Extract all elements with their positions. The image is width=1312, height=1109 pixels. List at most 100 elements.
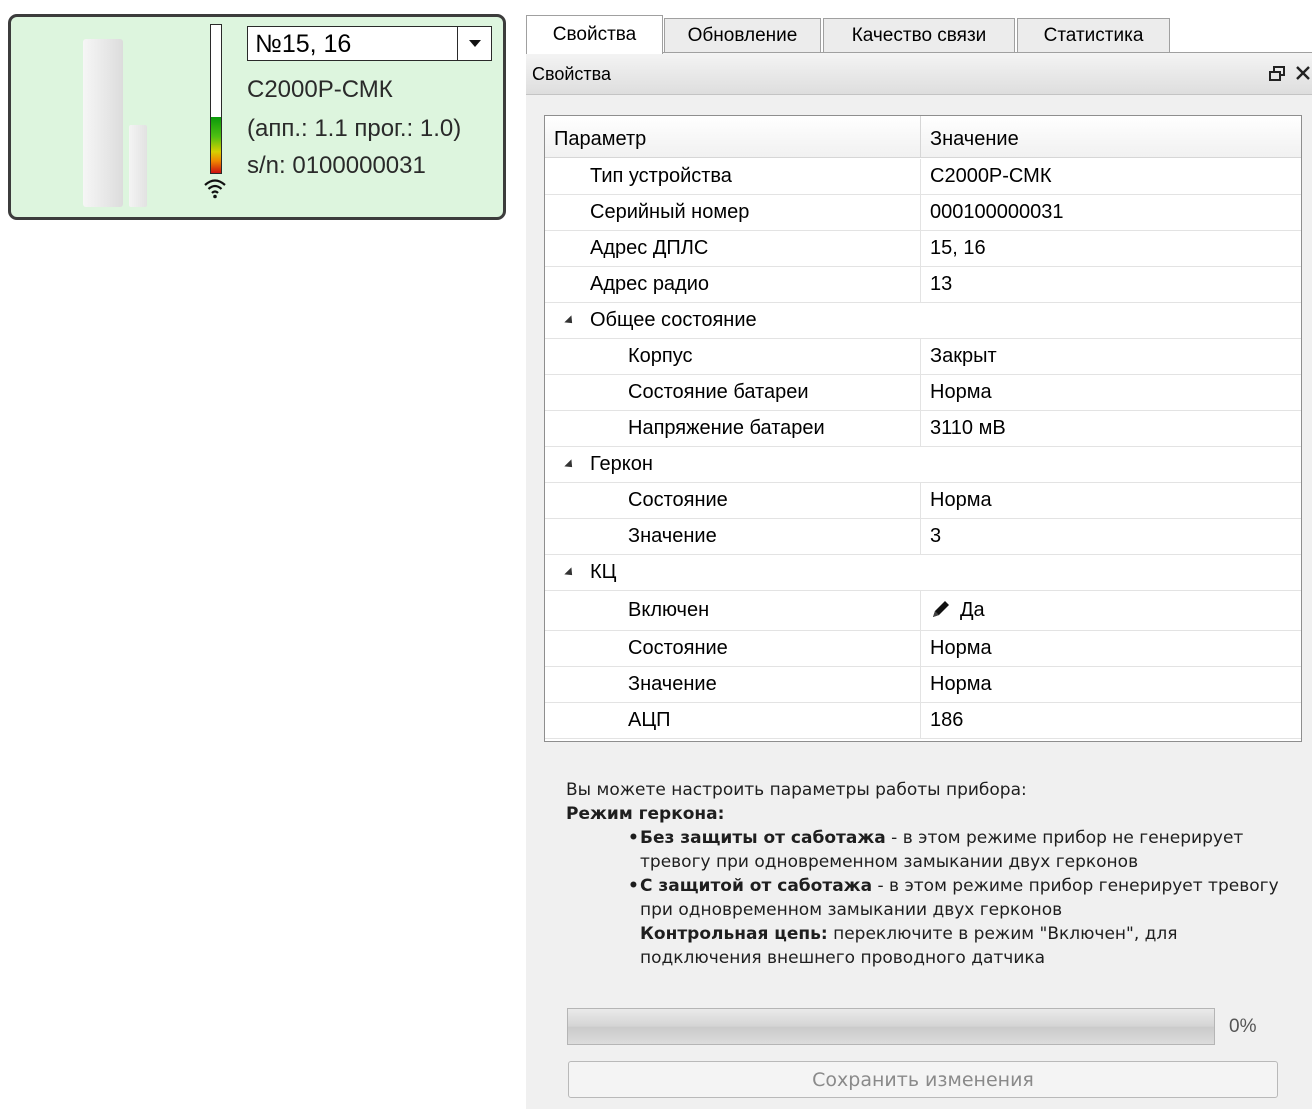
device-body	[83, 39, 123, 207]
device-model: С2000Р-СМК	[247, 76, 393, 103]
properties-panel: Свойства Параметр Значение Тип устройств…	[526, 53, 1312, 1109]
cell-divider	[920, 411, 921, 447]
cell-divider	[920, 631, 921, 667]
grid-group-reed[interactable]: Геркон	[545, 447, 1301, 483]
row-value: 3	[930, 525, 942, 547]
save-changes-button[interactable]: Сохранить изменения	[568, 1061, 1278, 1098]
row-key: Состояние	[628, 637, 728, 659]
properties-grid: Параметр Значение Тип устройства С2000Р-…	[544, 115, 1302, 742]
help-text: Вы можете настроить параметры работы при…	[566, 778, 1286, 970]
row-key: Состояние	[628, 489, 728, 511]
help-list: Без защиты от саботажа - в этом режиме п…	[566, 826, 1286, 922]
help-item-title: Без защиты от саботажа	[640, 828, 886, 848]
panel-title: Свойства	[532, 64, 612, 84]
row-value[interactable]: Да	[960, 599, 985, 622]
grid-row-dpls-address[interactable]: Адрес ДПЛС 15, 16	[545, 231, 1301, 267]
grid-row-radio-address[interactable]: Адрес радио 13	[545, 267, 1301, 303]
device-magnet	[129, 125, 147, 207]
row-value: Закрыт	[930, 345, 997, 367]
signal-level-bar	[210, 24, 222, 174]
cell-divider	[920, 339, 921, 375]
row-key: Значение	[628, 525, 717, 547]
row-value: Норма	[930, 489, 992, 511]
row-key: Адрес радио	[590, 273, 710, 295]
row-value: 000100000031	[930, 201, 1064, 223]
row-value: 3110 мВ	[930, 417, 1006, 439]
row-value: Норма	[930, 381, 992, 403]
row-key: Значение	[628, 673, 717, 695]
cell-divider	[920, 159, 921, 195]
device-image	[71, 35, 161, 215]
panel-header: Свойства	[526, 53, 1312, 95]
cell-divider	[920, 483, 921, 519]
tab-properties[interactable]: Свойства	[526, 15, 663, 54]
grid-row-case[interactable]: Корпус Закрыт	[545, 339, 1301, 375]
grid-row-kc-state[interactable]: Состояние Норма	[545, 631, 1301, 667]
column-divider	[920, 116, 921, 158]
cell-divider	[920, 231, 921, 267]
close-icon[interactable]	[1294, 64, 1312, 82]
row-value: 13	[930, 273, 953, 295]
restore-icon[interactable]	[1268, 65, 1286, 83]
cell-divider	[920, 195, 921, 231]
help-item-title: С защитой от саботажа	[640, 876, 873, 896]
grid-row-battery-voltage[interactable]: Напряжение батареи 3110 мВ	[545, 411, 1301, 447]
row-key: Напряжение батареи	[628, 417, 825, 439]
tab-link-quality[interactable]: Качество связи	[823, 18, 1015, 53]
help-item: С защитой от саботажа - в этом режиме пр…	[628, 874, 1286, 922]
grid-row-kc-enabled[interactable]: Включен Да	[545, 591, 1301, 631]
grid-row-reed-value[interactable]: Значение 3	[545, 519, 1301, 555]
cell-divider	[920, 267, 921, 303]
grid-row-device-type[interactable]: Тип устройства С2000Р-СМК	[545, 159, 1301, 195]
pencil-icon[interactable]	[930, 598, 952, 620]
grid-row-battery-state[interactable]: Состояние батареи Норма	[545, 375, 1301, 411]
group-label: Общее состояние	[590, 309, 757, 331]
row-key: АЦП	[628, 709, 671, 731]
grid-group-control-circuit[interactable]: КЦ	[545, 555, 1301, 591]
row-key: Адрес ДПЛС	[590, 237, 709, 259]
grid-row-reed-state[interactable]: Состояние Норма	[545, 483, 1301, 519]
column-header-parameter[interactable]: Параметр	[554, 128, 646, 151]
cell-divider	[920, 703, 921, 739]
row-key: Серийный номер	[590, 201, 750, 223]
signal-level-fill	[211, 116, 221, 173]
row-key: Включен	[628, 599, 710, 621]
progress-bar	[567, 1008, 1215, 1045]
chevron-down-icon[interactable]	[457, 27, 491, 60]
grid-header: Параметр Значение	[545, 116, 1301, 158]
device-card[interactable]: №15, 16 С2000Р-СМК (апп.: 1.1 прог.: 1.0…	[8, 14, 506, 220]
help-item: Без защиты от саботажа - в этом режиме п…	[628, 826, 1286, 874]
grid-row-kc-value[interactable]: Значение Норма	[545, 667, 1301, 703]
cell-divider	[920, 519, 921, 555]
row-key: Корпус	[628, 345, 693, 367]
cell-divider	[920, 667, 921, 703]
row-key: Тип устройства	[590, 165, 732, 187]
tab-update[interactable]: Обновление	[664, 18, 821, 53]
wifi-icon	[204, 179, 226, 199]
cell-divider	[920, 591, 921, 631]
address-select[interactable]: №15, 16	[247, 26, 492, 61]
device-versions: (апп.: 1.1 прог.: 1.0)	[247, 115, 462, 142]
column-header-value[interactable]: Значение	[930, 128, 1019, 151]
grid-row-adc[interactable]: АЦП 186	[545, 703, 1301, 739]
row-value: Норма	[930, 673, 992, 695]
help-item-title: Контрольная цепь:	[640, 924, 828, 944]
expand-triangle-icon[interactable]	[564, 315, 576, 327]
help-control-circuit: Контрольная цепь: переключите в режим "В…	[566, 922, 1286, 970]
progress-percent: 0%	[1229, 1016, 1257, 1037]
cell-divider	[920, 375, 921, 411]
group-label: Геркон	[590, 453, 653, 475]
device-serial: s/n: 0100000031	[247, 152, 426, 179]
grid-group-general-state[interactable]: Общее состояние	[545, 303, 1301, 339]
address-select-value: №15, 16	[255, 30, 352, 58]
help-intro: Вы можете настроить параметры работы при…	[566, 780, 1027, 800]
grid-row-serial[interactable]: Серийный номер 000100000031	[545, 195, 1301, 231]
tab-statistics[interactable]: Статистика	[1017, 18, 1170, 53]
help-mode-title: Режим геркона:	[566, 804, 725, 824]
expand-triangle-icon[interactable]	[564, 567, 576, 579]
row-value: С2000Р-СМК	[930, 165, 1052, 187]
row-value: 15, 16	[930, 237, 986, 259]
row-value: Норма	[930, 637, 992, 659]
expand-triangle-icon[interactable]	[564, 459, 576, 471]
row-value: 186	[930, 709, 964, 731]
